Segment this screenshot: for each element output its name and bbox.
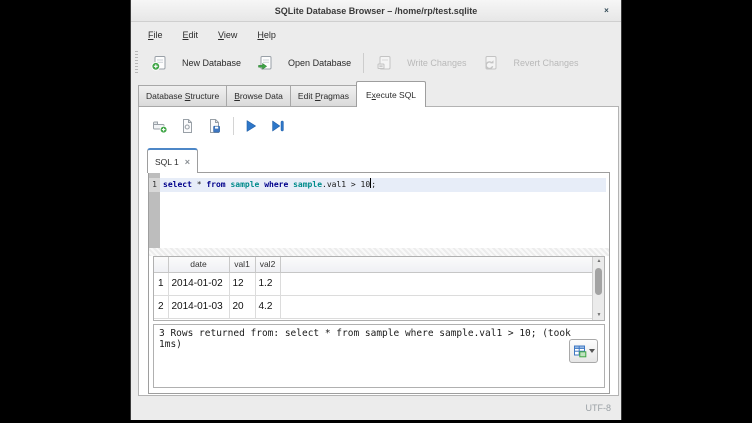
- scrollbar-thumb[interactable]: [595, 268, 602, 295]
- column-header-date[interactable]: date: [168, 257, 229, 272]
- tab-browse-data[interactable]: Browse Data: [226, 85, 291, 107]
- sql-toolbar: [152, 115, 297, 137]
- filler-cell: [280, 295, 592, 318]
- sql-tab-sql1[interactable]: SQL 1 ×: [147, 148, 198, 173]
- sql-pane: 1 select * from sample where sample.val1…: [148, 172, 610, 394]
- tab-database-structure[interactable]: Database Structure: [138, 85, 227, 107]
- sql-tab-close-icon[interactable]: ×: [185, 157, 190, 167]
- column-header-val1[interactable]: val1: [229, 257, 255, 272]
- app-window: SQLite Database Browser – /home/rp/test.…: [130, 0, 622, 420]
- val2-cell[interactable]: 1.2: [255, 272, 280, 295]
- val2-cell[interactable]: 4.2: [255, 295, 280, 318]
- menu-view[interactable]: View: [218, 30, 237, 40]
- write-changes-button: Write Changes: [371, 52, 471, 74]
- sql-tab-label: SQL 1: [155, 157, 179, 167]
- revert-changes-button: Revert Changes: [477, 52, 583, 74]
- table-row: 1 2014-01-02 12 1.2: [154, 272, 592, 295]
- desktop-background: SQLite Database Browser – /home/rp/test.…: [0, 0, 752, 423]
- status-bar: UTF-8: [131, 403, 621, 417]
- tab-execute-sql[interactable]: Execute SQL: [356, 81, 426, 107]
- splitter-handle[interactable]: [149, 248, 609, 256]
- filler-cell: [280, 272, 592, 295]
- export-results-button[interactable]: [569, 339, 598, 363]
- column-header-filler: [280, 257, 592, 272]
- query-status-message: 3 Rows returned from: select * from samp…: [159, 328, 577, 350]
- toolbar-separator: [363, 53, 364, 73]
- open-database-label: Open Database: [288, 58, 351, 68]
- table-row: 2 2014-01-03 20 4.2: [154, 295, 592, 318]
- save-sql-file-icon[interactable]: [206, 118, 222, 134]
- open-sql-file-icon[interactable]: [179, 118, 195, 134]
- revert-changes-icon: [482, 55, 498, 71]
- encoding-indicator: UTF-8: [586, 403, 612, 413]
- menu-help[interactable]: Help: [257, 30, 276, 40]
- write-changes-icon: [376, 55, 392, 71]
- new-sql-tab-icon[interactable]: [152, 118, 168, 134]
- title-bar[interactable]: SQLite Database Browser – /home/rp/test.…: [131, 0, 621, 22]
- sql-toolbar-separator: [233, 117, 234, 135]
- execute-sql-icon[interactable]: [243, 118, 259, 134]
- results-header-row: date val1 val2: [154, 257, 592, 272]
- toolbar-drag-handle[interactable]: [135, 51, 138, 75]
- revert-changes-label: Revert Changes: [513, 58, 578, 68]
- write-changes-label: Write Changes: [407, 58, 466, 68]
- new-database-label: New Database: [182, 58, 241, 68]
- window-title: SQLite Database Browser – /home/rp/test.…: [275, 6, 478, 16]
- row-number-cell[interactable]: 1: [154, 272, 168, 295]
- column-header-rownum: [154, 257, 168, 272]
- scroll-up-icon[interactable]: ▲: [593, 257, 605, 266]
- val1-cell[interactable]: 20: [229, 295, 255, 318]
- new-database-icon: [151, 55, 167, 71]
- main-tab-bar: Database Structure Browse Data Edit Prag…: [138, 81, 425, 107]
- window-close-icon[interactable]: ×: [601, 5, 612, 16]
- open-database-icon: [257, 55, 273, 71]
- new-database-button[interactable]: New Database: [146, 52, 246, 74]
- export-table-icon: [573, 344, 587, 358]
- results-table: date val1 val2 1 2014-01-02 12 1.2: [153, 256, 605, 321]
- column-header-val2[interactable]: val2: [255, 257, 280, 272]
- menu-bar: File Edit View Help: [131, 24, 276, 46]
- menu-edit[interactable]: Edit: [183, 30, 199, 40]
- menu-file[interactable]: File: [148, 30, 163, 40]
- scroll-down-icon[interactable]: ▼: [593, 311, 605, 320]
- tab-edit-pragmas[interactable]: Edit Pragmas: [290, 85, 357, 107]
- sql-editor[interactable]: 1 select * from sample where sample.val1…: [149, 173, 609, 248]
- results-scrollbar[interactable]: ▲ ▼: [592, 257, 604, 320]
- row-number-cell[interactable]: 2: [154, 295, 168, 318]
- open-database-button[interactable]: Open Database: [252, 52, 356, 74]
- execute-sql-panel: SQL 1 × 1 select * from sample where sam…: [138, 106, 619, 396]
- date-cell[interactable]: 2014-01-02: [168, 272, 229, 295]
- main-toolbar: New Database Open Database: [131, 47, 621, 78]
- sql-code-line[interactable]: select * from sample where sample.val1 >…: [163, 178, 376, 192]
- val1-cell[interactable]: 12: [229, 272, 255, 295]
- line-number: 1: [149, 178, 160, 192]
- line-number-gutter: 1: [149, 173, 160, 248]
- chevron-down-icon: [589, 349, 595, 353]
- execute-current-line-icon[interactable]: [270, 118, 286, 134]
- message-area: 3 Rows returned from: select * from samp…: [153, 324, 605, 388]
- date-cell[interactable]: 2014-01-03: [168, 295, 229, 318]
